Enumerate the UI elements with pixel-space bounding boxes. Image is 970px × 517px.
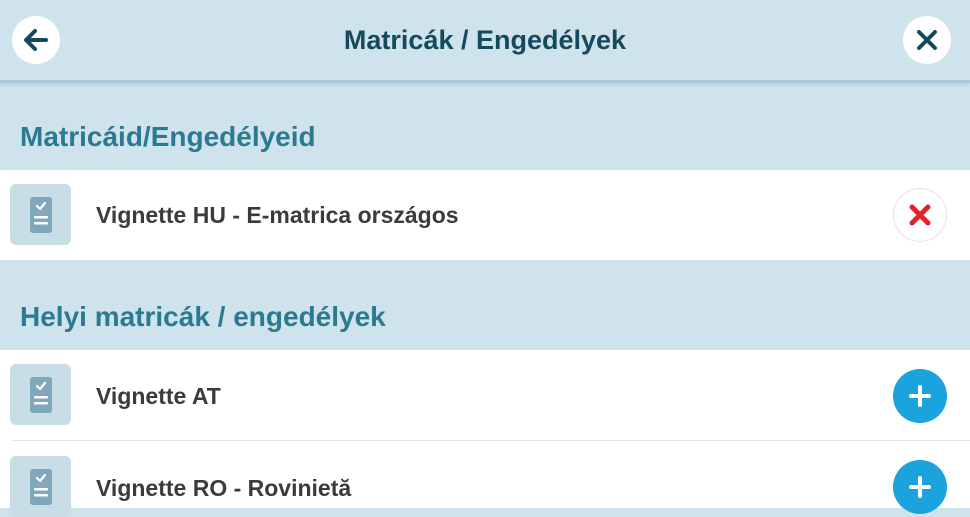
back-button[interactable] (12, 16, 60, 64)
close-icon (917, 30, 937, 50)
top-bar: Matricák / Engedélyek (0, 0, 970, 83)
section-title-local-vignettes: Helyi matricák / engedélyek (20, 301, 386, 332)
remove-icon (909, 204, 931, 226)
arrow-left-icon (24, 29, 48, 51)
vignette-document-icon (10, 184, 71, 245)
vignette-document-icon (10, 364, 71, 425)
plus-icon (909, 385, 931, 407)
vignette-label: Vignette RO - Rovinietă (96, 475, 352, 501)
vignette-label: Vignette HU - E-matrica országos (96, 202, 459, 228)
local-vignettes-list: Vignette AT Vignette RO - Rovinietă (0, 350, 970, 517)
vignette-label: Vignette AT (96, 383, 221, 409)
close-button[interactable] (903, 16, 951, 64)
add-vignette-button[interactable] (893, 460, 947, 514)
section-title-my-vignettes: Matricáid/Engedélyeid (20, 121, 316, 152)
add-vignette-button[interactable] (893, 369, 947, 423)
list-item: Vignette HU - E-matrica országos (0, 170, 970, 260)
divider (12, 440, 970, 441)
remove-vignette-button[interactable] (893, 188, 947, 242)
plus-icon (909, 476, 931, 498)
page-title: Matricák / Engedélyek (343, 24, 627, 55)
